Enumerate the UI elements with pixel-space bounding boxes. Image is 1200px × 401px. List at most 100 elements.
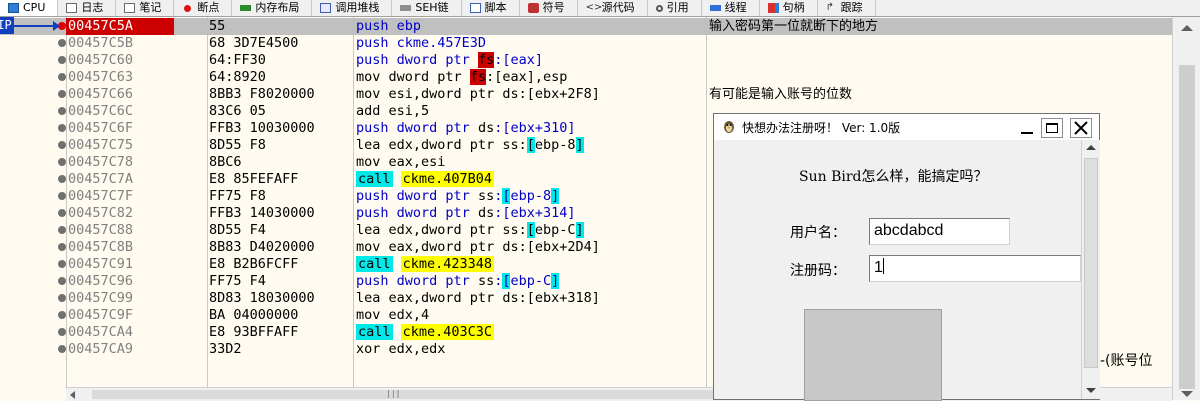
asm-mnemonic: mov (356, 307, 381, 323)
tab-trace[interactable]: ↱ 跟踪 (818, 0, 876, 16)
trace-icon: ↱ (825, 2, 834, 13)
scroll-down-icon[interactable] (1086, 388, 1096, 393)
disasm-address: 00457C5A (66, 18, 174, 35)
breakpoint-dot-icon[interactable] (58, 158, 66, 166)
tab-notes[interactable]: 笔记 (116, 0, 175, 16)
asm-mnemonic: lea (356, 222, 381, 238)
disasm-row[interactable]: 00457C60 64:FF30 push dword ptr fs:[eax] (0, 52, 1172, 69)
breakpoint-dot-icon[interactable] (58, 260, 66, 268)
scroll-up-icon[interactable] (1181, 25, 1193, 31)
scroll-up-icon[interactable] (1086, 145, 1096, 150)
tab-breakpoints[interactable]: 断点 (174, 0, 233, 16)
asm-mnemonic: push (356, 188, 389, 204)
tab-label: 内存布局 (255, 1, 300, 14)
breakpoint-dot-icon[interactable] (58, 277, 66, 285)
asm-mnemonic: call (356, 171, 393, 187)
disasm-address: 00457C66 (68, 86, 134, 102)
dialog-title-bar[interactable]: 快想办法注册呀！ Ver: 1.0版 (714, 114, 1099, 140)
asm-operand-suffix: :[ebp-C] (494, 273, 560, 289)
scroll-thumb[interactable] (1179, 65, 1195, 389)
disasm-bytes: 68 3D7E4500 (209, 35, 299, 51)
breakpoint-dot-icon[interactable] (58, 345, 66, 353)
breakpoint-dot-icon[interactable] (58, 56, 66, 64)
scroll-thumb[interactable] (92, 390, 732, 399)
call-target: ckme.403C3C (400, 324, 495, 340)
disasm-instruction: mov edx,4 (356, 307, 429, 324)
disasm-bytes: FFB3 10030000 (209, 120, 315, 136)
breakpoint-dot-icon[interactable] (58, 39, 66, 47)
asm-segment: ss (502, 137, 519, 153)
breakpoint-dot-icon[interactable] (58, 107, 66, 115)
tab-handles[interactable]: 句柄 (760, 0, 818, 16)
dialog-vertical-scrollbar[interactable] (1081, 140, 1100, 399)
tab-script[interactable]: 脚本 (462, 0, 520, 16)
tab-log[interactable]: 日志 (58, 0, 117, 16)
tab-label: 符号 (542, 1, 565, 14)
disasm-row[interactable]: 00457C66 8BB3 F8020000 mov esi,dword ptr d… (0, 86, 1172, 103)
breakpoint-dot-icon[interactable] (58, 141, 66, 149)
disasm-instruction: push dword ptr ss:[ebp-8] (356, 188, 560, 205)
tab-cpu[interactable]: CPU (0, 0, 59, 16)
memory-map-icon (240, 5, 252, 11)
disasm-bytes: E8 B2B6FCFF (209, 256, 299, 272)
asm-segment: ds (477, 205, 495, 221)
asm-operand-prefix: dword ptr (396, 205, 478, 221)
disasm-row[interactable]: 00457C63 64:8920 mov dword ptr fs:[eax],es… (0, 69, 1172, 86)
tab-threads[interactable]: 线程 (702, 0, 760, 16)
dialog-title: 快想办法注册呀！ Ver: 1.0版 (742, 121, 901, 135)
app-logo-icon (724, 121, 734, 133)
disasm-address: 00457C6C (68, 103, 134, 119)
tab-references[interactable]: 引用 (648, 0, 702, 16)
breakpoint-dot-icon[interactable] (58, 294, 66, 302)
regcode-field[interactable]: 1 (869, 255, 1081, 282)
image-panel (804, 309, 942, 401)
scroll-thumb[interactable] (1084, 158, 1098, 368)
disasm-bytes: BA 04000000 (209, 307, 299, 323)
disasm-row[interactable]: 00457C5B 68 3D7E4500 push ckme.457E3D (0, 35, 1172, 52)
breakpoint-dot-icon[interactable] (58, 226, 66, 234)
tab-memory-map[interactable]: 内存布局 (232, 0, 313, 16)
tab-label: 笔记 (139, 1, 162, 14)
disasm-address: 00457C75 (68, 137, 134, 153)
breakpoint-dot-icon[interactable] (58, 175, 66, 183)
minimize-button[interactable] (1016, 118, 1038, 138)
asm-mnemonic: push (356, 273, 389, 289)
asm-mnemonic: push (356, 52, 389, 68)
asm-mnemonic: push (356, 205, 389, 221)
disasm-instruction: lea eax,dword ptr ds:[ebx+318] (356, 290, 600, 307)
breakpoint-dot-icon[interactable] (58, 328, 66, 336)
username-value: abcdabcd (874, 222, 944, 239)
cpu-icon (8, 3, 19, 13)
asm-operand: edx,4 (388, 307, 430, 323)
tab-label: 源代码 (601, 1, 635, 14)
tab-label: SEH链 (415, 1, 449, 14)
breakpoint-dot-icon[interactable] (58, 73, 66, 81)
breakpoint-dot-icon[interactable] (58, 124, 66, 132)
eip-label-text: EIP (0, 18, 12, 32)
breakpoint-dot-icon[interactable] (58, 243, 66, 251)
asm-mnemonic: lea (356, 290, 381, 306)
scroll-left-icon[interactable] (70, 391, 75, 399)
tab-source[interactable]: <> 源代码 (578, 0, 648, 16)
close-button[interactable] (1070, 118, 1092, 138)
breakpoint-dot-icon[interactable] (58, 209, 66, 217)
tab-seh-chain[interactable]: SEH链 (392, 0, 462, 16)
tab-call-stack[interactable]: 调用堆栈 (312, 0, 393, 16)
tab-label: 调用堆栈 (335, 1, 380, 14)
breakpoint-dot-icon[interactable] (58, 311, 66, 319)
disasm-instruction: push dword ptr ds:[ebx+314] (356, 205, 575, 222)
breakpoint-dot-icon[interactable] (58, 192, 66, 200)
disasm-bytes: 33D2 (209, 341, 242, 357)
disasm-bytes: 8BB3 F8020000 (209, 86, 315, 102)
tab-symbols[interactable]: 符号 (520, 0, 578, 16)
scroll-down-icon[interactable] (1181, 391, 1193, 397)
disasm-row[interactable]: 00457C5A 55 push ebp 输入密码第一位就断下的地方 (0, 18, 1172, 35)
symbols-icon (527, 3, 539, 13)
username-field[interactable]: abcdabcd (869, 218, 1010, 245)
disasm-vertical-scrollbar[interactable] (1172, 17, 1200, 400)
disasm-bytes: E8 93BFFAFF (209, 324, 299, 340)
disasm-address: 00457C99 (68, 290, 134, 306)
maximize-button[interactable] (1041, 118, 1063, 138)
breakpoint-dot-icon[interactable] (58, 90, 66, 98)
tab-label: 句柄 (782, 1, 805, 14)
